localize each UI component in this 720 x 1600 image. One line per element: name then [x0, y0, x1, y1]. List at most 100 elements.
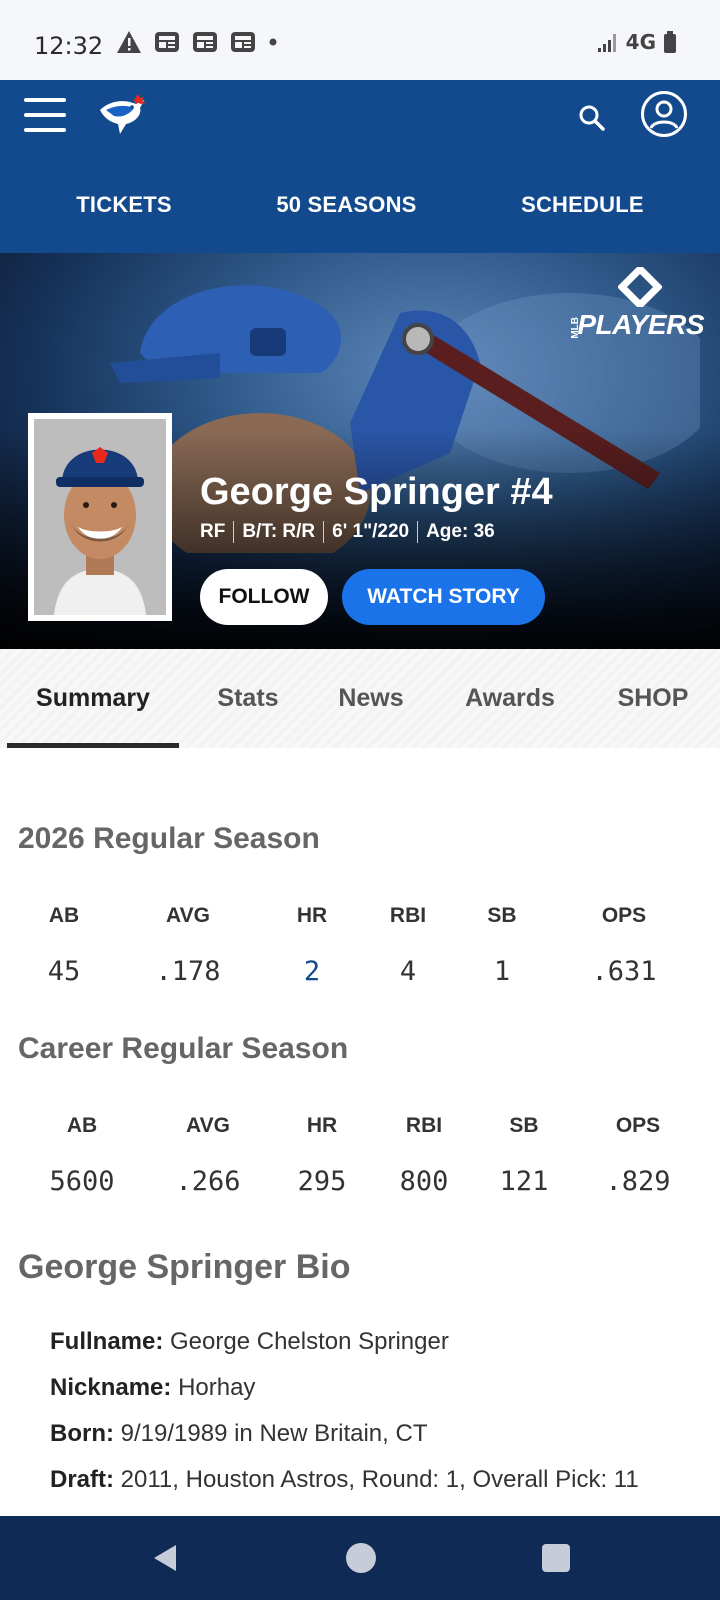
top-nav: TICKETS 50 SEASONS SCHEDULE [0, 192, 720, 218]
bio-label: Born: [50, 1420, 114, 1447]
news-icon [193, 32, 217, 52]
bio-label: Draft: [50, 1466, 114, 1493]
news-icon [155, 32, 179, 52]
stat-sb: SB 121 [500, 1114, 549, 1197]
bio-value: 2011, Houston Astros, Round: 1, Overall … [120, 1466, 639, 1493]
mlbpa-diamond-icon [618, 267, 662, 307]
search-icon[interactable] [576, 102, 608, 134]
stat-value: 800 [399, 1166, 449, 1197]
stat-value: 4 [399, 956, 417, 987]
nav-schedule[interactable]: SCHEDULE [521, 192, 644, 218]
follow-button[interactable]: FOLLOW [200, 569, 328, 625]
player-headshot[interactable] [28, 413, 172, 621]
stat-label: OPS [601, 904, 647, 927]
signal-icon [597, 34, 616, 52]
stat-avg: AVG .266 [175, 1114, 240, 1197]
stat-label: HR [296, 904, 328, 927]
stat-ab: AB 5600 [49, 1114, 114, 1197]
bio-value: George Chelston Springer [170, 1328, 449, 1355]
recents-icon[interactable] [542, 1544, 570, 1572]
player-hero: PLAYERS MLB George Springer #4 RF B/T: R… [0, 253, 720, 649]
player-age: Age: 36 [426, 521, 495, 542]
stat-value: 5600 [49, 1166, 115, 1197]
warning-icon [117, 31, 141, 53]
stat-ab: AB 45 [48, 904, 81, 987]
stat-label: RBI [389, 904, 427, 927]
bio-list: Fullname: George Chelston Springer Nickn… [50, 1328, 700, 1512]
tab-awards[interactable]: Awards [425, 649, 595, 748]
stat-label: AB [66, 1114, 98, 1137]
back-icon[interactable] [150, 1543, 180, 1573]
bio-item: Draft: 2011, Houston Astros, Round: 1, O… [50, 1466, 700, 1512]
career-stats-title: Career Regular Season [18, 1032, 349, 1065]
menu-icon-bar [24, 98, 66, 102]
mlb-players-text: PLAYERS [577, 309, 704, 340]
bio-value: Horhay [178, 1374, 256, 1401]
menu-icon-bar [24, 128, 66, 132]
stat-value: 121 [499, 1166, 549, 1197]
meta-divider [417, 521, 419, 543]
stat-sb: SB 1 [487, 904, 516, 987]
mlb-players-logo: PLAYERS MLB [570, 267, 704, 341]
tab-news[interactable]: News [317, 649, 425, 748]
system-icons: 4G [596, 30, 678, 54]
player-height-weight: 6' 1"/220 [332, 521, 410, 542]
account-icon[interactable] [640, 90, 688, 138]
home-icon[interactable] [346, 1543, 376, 1573]
stat-ops: OPS .829 [605, 1114, 670, 1197]
stat-label: HR [306, 1114, 338, 1137]
meta-divider [233, 521, 235, 543]
player-portrait [34, 419, 166, 615]
tab-stats[interactable]: Stats [179, 649, 317, 748]
season-stats-row: AB 45 AVG .178 HR 2 RBI 4 SB 1 OPS .631 [0, 904, 720, 1014]
stat-hr: HR 295 [298, 1114, 347, 1197]
stat-label: RBI [405, 1114, 443, 1137]
network-label: 4G [625, 30, 656, 54]
stat-value-link[interactable]: 2 [297, 956, 327, 987]
player-tabs: Summary Stats News Awards SHOP [0, 649, 720, 748]
dot-icon [269, 38, 277, 46]
menu-icon-bar [24, 113, 66, 117]
news-icon [231, 32, 255, 52]
bio-item: Fullname: George Chelston Springer [50, 1328, 700, 1374]
stat-value: 1 [493, 956, 511, 987]
stat-value: .178 [155, 956, 221, 987]
nav-50-seasons[interactable]: 50 SEASONS [276, 192, 416, 218]
tab-shop[interactable]: SHOP [595, 649, 711, 748]
bio-title: George Springer Bio [18, 1248, 351, 1286]
stat-value: 45 [47, 956, 81, 987]
system-nav-bar [0, 1516, 720, 1600]
stat-value: .631 [591, 956, 657, 987]
menu-button[interactable] [24, 98, 68, 134]
player-bats-throws: B/T: R/R [242, 521, 316, 542]
stat-label: AVG [166, 904, 210, 927]
bio-label: Fullname: [50, 1328, 164, 1355]
stat-label: SB [487, 904, 517, 927]
blue-jays-logo[interactable] [96, 90, 150, 138]
stat-label: AVG [186, 1114, 230, 1137]
battery-icon [664, 31, 676, 53]
player-name: George Springer #4 [200, 471, 553, 513]
stat-value: .266 [175, 1166, 241, 1197]
bio-item: Born: 9/19/1989 in New Britain, CT [50, 1420, 700, 1466]
bio-item: Nickname: Horhay [50, 1374, 700, 1420]
bio-value: 9/19/1989 in New Britain, CT [120, 1420, 428, 1447]
meta-divider [323, 521, 325, 543]
tab-summary[interactable]: Summary [7, 649, 179, 748]
nav-tickets[interactable]: TICKETS [76, 192, 172, 218]
stat-rbi: RBI 4 [390, 904, 426, 987]
stat-value: .829 [605, 1166, 671, 1197]
player-position: RF [200, 521, 226, 542]
career-stats-row: AB 5600 AVG .266 HR 295 RBI 800 SB 121 O… [0, 1114, 720, 1224]
season-stats-title: 2026 Regular Season [18, 822, 320, 855]
app-header: TICKETS 50 SEASONS SCHEDULE [0, 80, 720, 253]
status-bar: 12:32 4G [0, 0, 720, 80]
stat-avg: AVG .178 [155, 904, 220, 987]
stat-rbi: RBI 800 [400, 1114, 449, 1197]
status-time: 12:32 [34, 32, 104, 60]
notification-icons [116, 30, 278, 54]
stat-ops: OPS .631 [591, 904, 656, 987]
stat-value: 295 [297, 1166, 347, 1197]
watch-story-button[interactable]: WATCH STORY [342, 569, 545, 625]
mlb-small-text: MLB [570, 317, 581, 339]
